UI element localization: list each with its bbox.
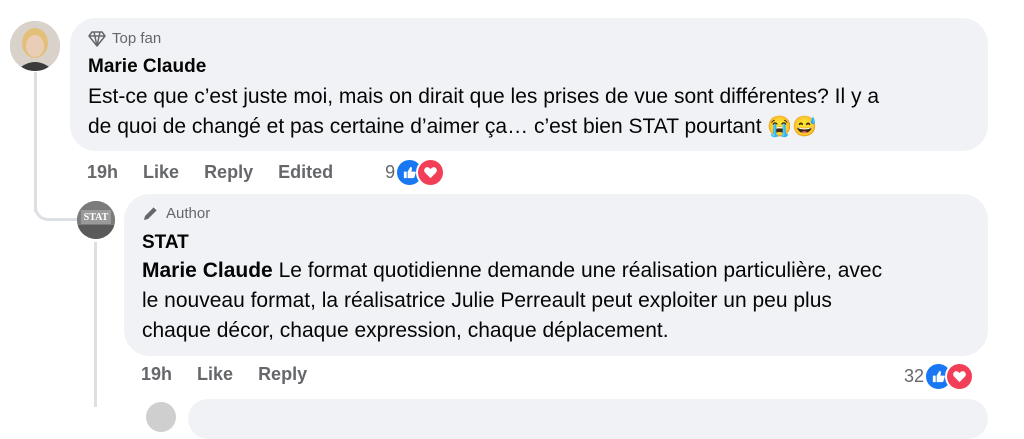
next-reply-bubble — [188, 399, 988, 439]
love-reaction-icon — [416, 158, 446, 187]
reaction-count: 9 — [385, 162, 396, 182]
timestamp[interactable]: 19h — [141, 364, 172, 385]
author-badge: Author — [142, 205, 210, 222]
avatar[interactable] — [10, 21, 60, 71]
timestamp[interactable]: 19h — [87, 162, 118, 183]
thread-line-branch — [34, 200, 77, 221]
reply-text: Marie Claude Le format quotidienne deman… — [142, 256, 982, 346]
reactions[interactable]: 32 — [904, 362, 975, 391]
author-name[interactable]: STAT — [142, 232, 189, 254]
comment-bubble: Top fan Marie Claude Est-ce que c’est ju… — [70, 18, 988, 151]
reactions[interactable]: 9 — [385, 158, 446, 187]
top-fan-badge: Top fan — [88, 30, 161, 47]
reply-button[interactable]: Reply — [258, 364, 307, 385]
badge-label: Top fan — [112, 30, 162, 47]
mention-link[interactable]: Marie Claude — [142, 259, 273, 282]
reply-actions: 19h Like Reply — [141, 364, 332, 385]
thread-line-reply — [94, 242, 97, 407]
emoji: 😭😅 — [767, 116, 818, 138]
diamond-icon — [88, 30, 106, 47]
like-button[interactable]: Like — [143, 162, 179, 183]
reply-text-line: chaque décor, chaque expression, chaque … — [142, 319, 669, 342]
comment-actions: 19h Like Reply Edited 9 — [87, 158, 446, 187]
badge-label: Author — [166, 205, 211, 222]
user-photo-icon — [10, 21, 60, 71]
reply-bubble: Author STAT Marie Claude Le format quoti… — [124, 194, 988, 356]
comment-text-line: de quoi de changé et pas certaine d’aime… — [88, 115, 818, 138]
like-button[interactable]: Like — [197, 364, 233, 385]
comment-text: Est-ce que c’est juste moi, mais on dira… — [88, 82, 978, 142]
thread-line-main — [34, 72, 37, 212]
reply-button[interactable]: Reply — [204, 162, 253, 183]
edited-label[interactable]: Edited — [278, 162, 333, 183]
author-name[interactable]: Marie Claude — [88, 56, 206, 78]
pencil-icon — [144, 206, 158, 220]
comment-text-line: Est-ce que c’est juste moi, mais on dira… — [88, 85, 880, 108]
avatar-text: STAT — [83, 212, 109, 223]
reaction-count: 32 — [904, 366, 925, 386]
avatar[interactable]: STAT — [77, 201, 115, 239]
reply-text-line: le nouveau format, la réalisatrice Julie… — [142, 289, 832, 312]
love-reaction-icon — [945, 362, 975, 391]
reply-text-line: Marie Claude Le format quotidienne deman… — [142, 259, 883, 282]
